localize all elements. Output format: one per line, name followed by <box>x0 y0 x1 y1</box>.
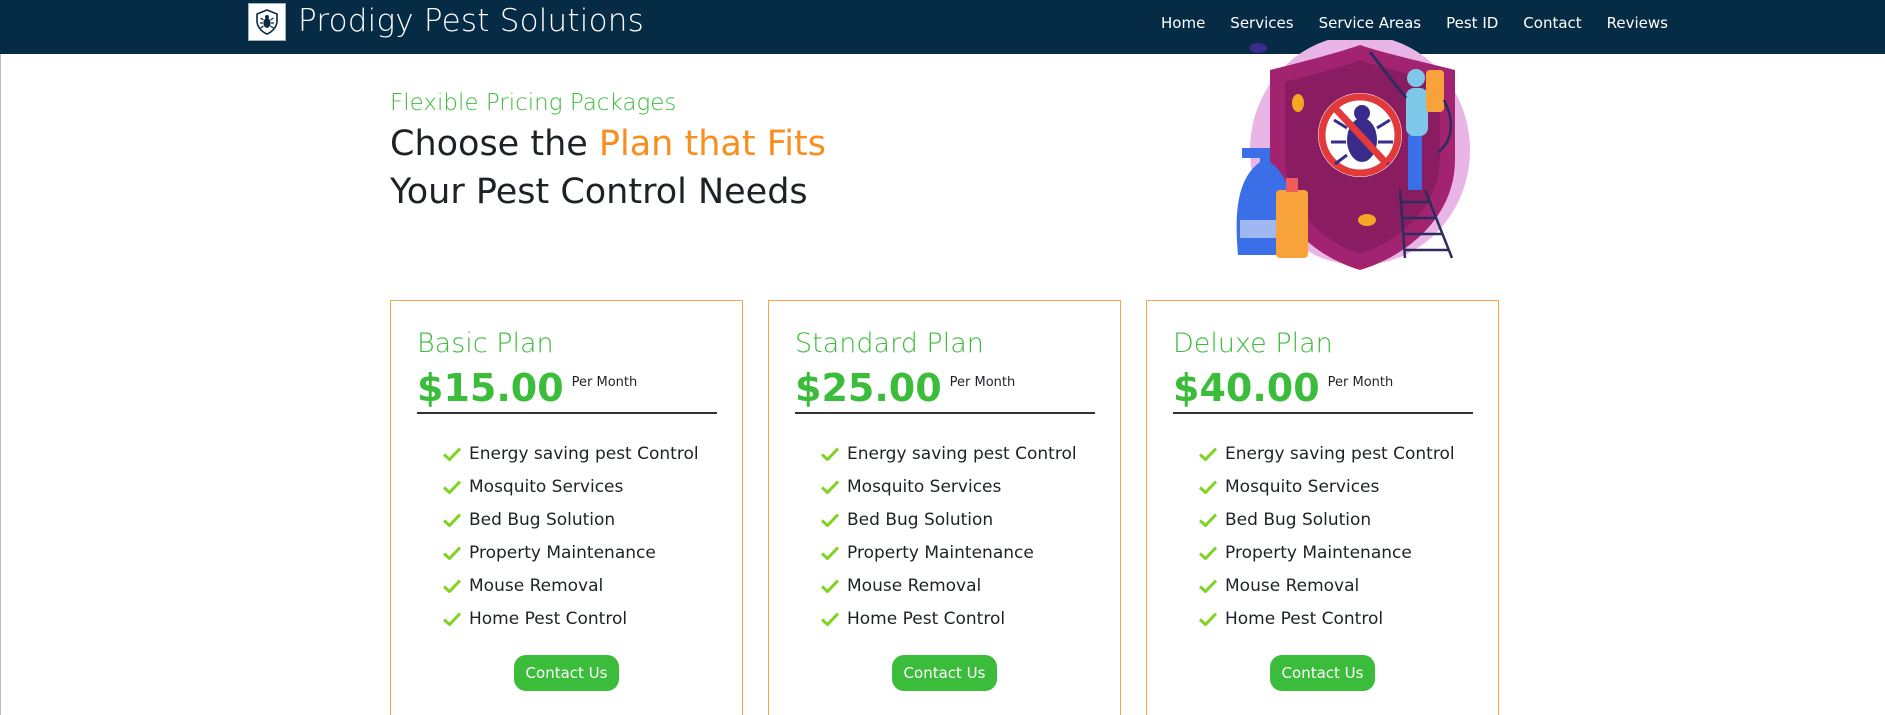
card-divider <box>795 412 1095 414</box>
plan-card-deluxe: Deluxe Plan $40.00 Per Month Energy savi… <box>1146 300 1499 715</box>
nav-reviews[interactable]: Reviews <box>1607 14 1668 32</box>
plan-name: Basic Plan <box>417 328 554 359</box>
feature-item: Bed Bug Solution <box>821 503 1077 536</box>
hero-title-accent: Plan that Fits <box>598 124 826 164</box>
price-row: $25.00 Per Month <box>795 365 1015 411</box>
check-icon <box>443 611 461 626</box>
check-icon <box>1199 446 1217 461</box>
feature-label: Bed Bug Solution <box>469 509 616 530</box>
plan-name: Deluxe Plan <box>1173 328 1333 359</box>
check-icon <box>443 446 461 461</box>
plan-name: Standard Plan <box>795 328 984 359</box>
feature-item: Mouse Removal <box>443 569 699 602</box>
feature-item: Property Maintenance <box>1199 536 1455 569</box>
check-icon <box>443 578 461 593</box>
feature-item: Home Pest Control <box>821 602 1077 635</box>
page-left-border <box>0 0 1 715</box>
check-icon <box>821 446 839 461</box>
nav-pest-id[interactable]: Pest ID <box>1446 14 1498 32</box>
card-divider <box>417 412 717 414</box>
feature-label: Mouse Removal <box>469 575 604 596</box>
feature-label: Property Maintenance <box>847 542 1034 563</box>
feature-item: Mosquito Services <box>821 470 1077 503</box>
contact-us-button[interactable]: Contact Us <box>513 655 620 691</box>
feature-label: Mosquito Services <box>469 476 624 497</box>
brand-name[interactable]: Prodigy Pest Solutions <box>298 3 644 39</box>
site-logo[interactable] <box>248 3 286 41</box>
feature-item: Mouse Removal <box>821 569 1077 602</box>
feature-label: Bed Bug Solution <box>847 509 994 530</box>
plan-card-basic: Basic Plan $15.00 Per Month Energy savin… <box>390 300 743 715</box>
hero-eyebrow: Flexible Pricing Packages <box>390 90 677 116</box>
feature-label: Mosquito Services <box>1225 476 1380 497</box>
feature-item: Energy saving pest Control <box>1199 437 1455 470</box>
nav-contact[interactable]: Contact <box>1523 14 1581 32</box>
nav-service-areas[interactable]: Service Areas <box>1319 14 1422 32</box>
price-period: Per Month <box>949 375 1016 390</box>
feature-list: Energy saving pest Control Mosquito Serv… <box>443 437 699 635</box>
plan-card-standard: Standard Plan $25.00 Per Month Energy sa… <box>768 300 1121 715</box>
bug-shield-icon <box>256 9 278 35</box>
feature-item: Energy saving pest Control <box>443 437 699 470</box>
check-icon <box>821 545 839 560</box>
hero-title-line2: Your Pest Control Needs <box>390 172 808 212</box>
plan-price: $25.00 <box>795 366 942 410</box>
contact-us-button[interactable]: Contact Us <box>1269 655 1376 691</box>
feature-item: Bed Bug Solution <box>1199 503 1455 536</box>
feature-list: Energy saving pest Control Mosquito Serv… <box>821 437 1077 635</box>
feature-item: Property Maintenance <box>443 536 699 569</box>
price-row: $15.00 Per Month <box>417 365 637 411</box>
feature-item: Property Maintenance <box>821 536 1077 569</box>
check-icon <box>821 479 839 494</box>
price-row: $40.00 Per Month <box>1173 365 1393 411</box>
check-icon <box>443 545 461 560</box>
check-icon <box>821 611 839 626</box>
feature-label: Mouse Removal <box>847 575 982 596</box>
price-period: Per Month <box>1327 375 1394 390</box>
pest-control-shield-illustration <box>1236 40 1470 270</box>
check-icon <box>821 578 839 593</box>
check-icon <box>1199 578 1217 593</box>
feature-label: Energy saving pest Control <box>469 443 699 464</box>
card-divider <box>1173 412 1473 414</box>
feature-label: Home Pest Control <box>469 608 628 629</box>
feature-list: Energy saving pest Control Mosquito Serv… <box>1199 437 1455 635</box>
check-icon <box>821 512 839 527</box>
feature-item: Bed Bug Solution <box>443 503 699 536</box>
feature-label: Mouse Removal <box>1225 575 1360 596</box>
contact-us-button[interactable]: Contact Us <box>891 655 998 691</box>
feature-label: Property Maintenance <box>469 542 656 563</box>
check-icon <box>1199 479 1217 494</box>
feature-item: Mosquito Services <box>1199 470 1455 503</box>
feature-label: Property Maintenance <box>1225 542 1412 563</box>
check-icon <box>443 512 461 527</box>
plan-price: $40.00 <box>1173 366 1320 410</box>
feature-label: Home Pest Control <box>1225 608 1384 629</box>
hero-title: Choose the Plan that Fits Your Pest Cont… <box>390 120 826 216</box>
top-navbar: Prodigy Pest Solutions Home Services Ser… <box>0 0 1885 54</box>
nav-home[interactable]: Home <box>1161 14 1205 32</box>
feature-item: Home Pest Control <box>1199 602 1455 635</box>
feature-item: Mouse Removal <box>1199 569 1455 602</box>
hero-title-part1: Choose the <box>390 124 599 164</box>
feature-item: Energy saving pest Control <box>821 437 1077 470</box>
price-period: Per Month <box>571 375 638 390</box>
feature-label: Energy saving pest Control <box>1225 443 1455 464</box>
feature-label: Mosquito Services <box>847 476 1002 497</box>
feature-label: Home Pest Control <box>847 608 1006 629</box>
plan-price: $15.00 <box>417 366 564 410</box>
check-icon <box>1199 512 1217 527</box>
feature-label: Energy saving pest Control <box>847 443 1077 464</box>
feature-item: Home Pest Control <box>443 602 699 635</box>
feature-item: Mosquito Services <box>443 470 699 503</box>
check-icon <box>1199 611 1217 626</box>
nav-services[interactable]: Services <box>1230 14 1293 32</box>
check-icon <box>443 479 461 494</box>
feature-label: Bed Bug Solution <box>1225 509 1372 530</box>
main-nav: Home Services Service Areas Pest ID Cont… <box>1161 14 1668 32</box>
check-icon <box>1199 545 1217 560</box>
